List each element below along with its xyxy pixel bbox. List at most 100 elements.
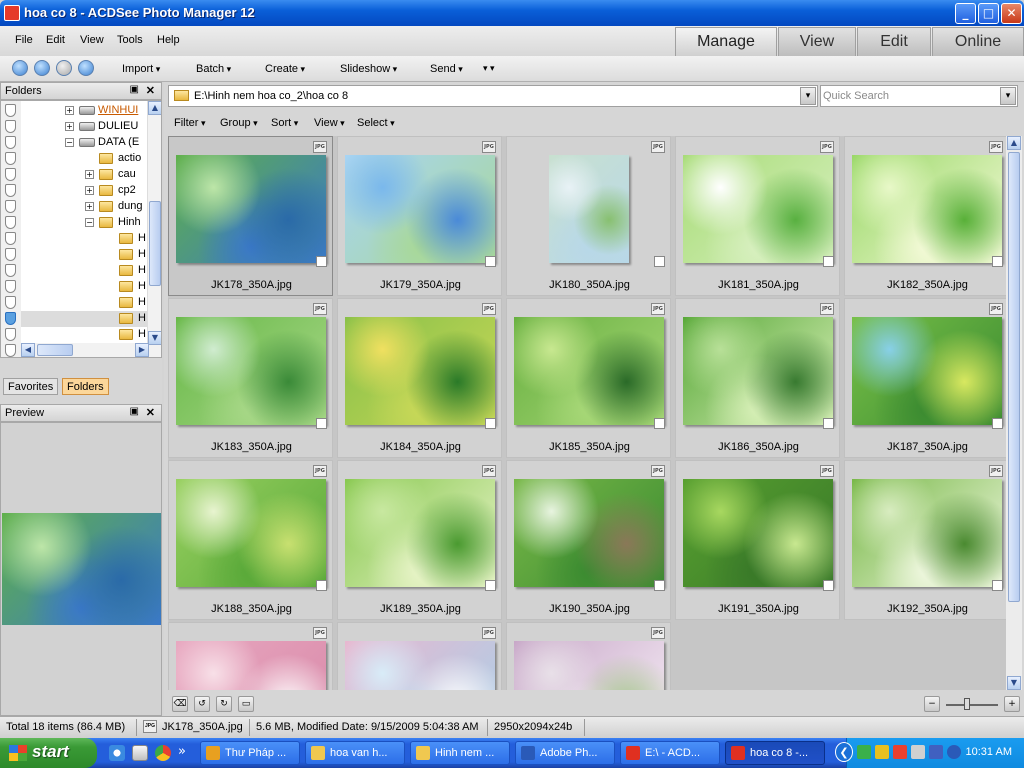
taskbar-button[interactable]: Thư Pháp ... — [200, 741, 300, 765]
taskbar-button[interactable]: Adobe Ph... — [515, 741, 615, 765]
view-menu[interactable]: View — [314, 117, 345, 129]
close-pane-icon[interactable]: ✕ — [146, 84, 155, 97]
up-icon[interactable] — [78, 60, 94, 76]
lock-icon[interactable] — [5, 248, 16, 261]
folder-tree-item[interactable]: H — [21, 231, 149, 247]
lock-icon[interactable] — [5, 104, 16, 117]
grid-scroll-up-icon[interactable]: ▲ — [1007, 136, 1021, 150]
batch-menu[interactable]: Batch — [196, 63, 231, 75]
collapse-icon[interactable]: − — [85, 218, 94, 227]
select-checkbox[interactable] — [654, 256, 665, 267]
thumbnail-item[interactable]: JPGJK195_350A.jpg — [506, 622, 671, 690]
menu-view[interactable]: View — [80, 34, 104, 46]
expand-icon[interactable]: + — [85, 170, 94, 179]
zoom-out-icon[interactable]: − — [924, 696, 940, 712]
folder-tree-item[interactable]: + DULIEU — [21, 119, 149, 135]
scroll-right-icon[interactable]: ▶ — [135, 343, 149, 357]
zoom-in-icon[interactable]: + — [1004, 696, 1020, 712]
taskbar-button[interactable]: E:\ - ACD... — [620, 741, 720, 765]
thumbnail-item[interactable]: JPG JK185_350A.jpg — [506, 298, 671, 458]
lock-icon[interactable] — [5, 136, 16, 149]
antivirus-icon[interactable] — [893, 745, 907, 759]
lock-icon[interactable] — [5, 232, 16, 245]
lock-icon[interactable] — [5, 120, 16, 133]
thumbnail-item[interactable]: JPG JK182_350A.jpg — [844, 136, 1006, 296]
thumbnail-grid[interactable]: JPG JK178_350A.jpg JPG JK179_350A.jpg JPG JK1… — [168, 136, 1006, 690]
start-button[interactable]: start — [0, 738, 97, 768]
thumbnail-image[interactable] — [852, 317, 1002, 425]
folder-tree-item[interactable]: H — [21, 311, 149, 327]
menu-help[interactable]: Help — [157, 34, 180, 46]
thumbnail-item[interactable]: JPG JK178_350A.jpg — [168, 136, 333, 296]
zoom-slider-handle[interactable] — [964, 698, 970, 710]
rotate-left-icon[interactable]: ↺ — [194, 696, 210, 712]
forward-icon[interactable] — [56, 60, 72, 76]
select-checkbox[interactable] — [823, 256, 834, 267]
grid-scroll-down-icon[interactable]: ▼ — [1007, 676, 1021, 690]
filter-menu[interactable]: Filter — [174, 117, 205, 129]
select-checkbox[interactable] — [485, 418, 496, 429]
lock-icon[interactable] — [5, 152, 16, 165]
thumbnail-item[interactable]: JPG JK184_350A.jpg — [337, 298, 502, 458]
compare-icon[interactable]: ▭ — [238, 696, 254, 712]
lock-icon[interactable] — [5, 296, 16, 309]
select-checkbox[interactable] — [316, 418, 327, 429]
lock-icon[interactable] — [5, 216, 16, 229]
folder-tree[interactable]: + WINHUI + DULIEU − DATA (E actio + cau + cp2 + dung… — [0, 100, 162, 358]
taskbar-button[interactable]: hoa co 8 -... — [725, 741, 825, 765]
scroll-down-icon[interactable]: ▼ — [148, 331, 161, 345]
path-dropdown-icon[interactable]: ▾ — [800, 87, 816, 105]
tab-manage[interactable]: Manage — [675, 27, 777, 56]
update-icon[interactable] — [947, 745, 961, 759]
thumbnail-image[interactable] — [549, 155, 629, 263]
path-bar[interactable]: E:\Hinh nem hoa co_2\hoa co 8 ▾ — [168, 85, 818, 107]
thumbnail-image[interactable] — [852, 479, 1002, 587]
thumbnail-item[interactable]: JPGJK193_350A.jpg — [168, 622, 333, 690]
scroll-left-icon[interactable]: ◀ — [21, 343, 35, 357]
taskbar-button[interactable]: Hinh nem ... — [410, 741, 510, 765]
search-dropdown-icon[interactable]: ▾ — [1000, 87, 1016, 105]
grid-vscroll-thumb[interactable] — [1008, 152, 1020, 602]
quick-search[interactable]: ▾ — [820, 85, 1018, 107]
tree-horizontal-scrollbar[interactable]: ◀ ▶ — [21, 343, 149, 357]
taskbar-button[interactable]: hoa van h... — [305, 741, 405, 765]
thumbnail-item[interactable]: JPG JK190_350A.jpg — [506, 460, 671, 620]
select-checkbox[interactable] — [992, 256, 1003, 267]
ie-icon[interactable] — [109, 745, 125, 761]
network-icon[interactable] — [857, 745, 871, 759]
quicklaunch-more-icon[interactable]: » — [178, 744, 186, 759]
select-checkbox[interactable] — [316, 256, 327, 267]
select-menu[interactable]: Select — [357, 117, 395, 129]
select-checkbox[interactable] — [992, 418, 1003, 429]
minimize-button[interactable]: _ — [955, 3, 976, 24]
thumbnail-image[interactable] — [683, 155, 833, 263]
lock-icon[interactable] — [5, 312, 16, 325]
folder-tree-item[interactable]: H — [21, 327, 149, 343]
tree-vscroll-thumb[interactable] — [149, 201, 161, 286]
folder-tree-item[interactable]: + cp2 — [21, 183, 149, 199]
group-menu[interactable]: Group — [220, 117, 258, 129]
lock-icon[interactable] — [5, 280, 16, 293]
home-icon[interactable] — [12, 60, 28, 76]
select-checkbox[interactable] — [485, 580, 496, 591]
shield-tray-icon[interactable] — [875, 745, 889, 759]
rotate-right-icon[interactable]: ↻ — [216, 696, 232, 712]
speaker-icon[interactable] — [911, 745, 925, 759]
thumbnail-item[interactable]: JPG JK179_350A.jpg — [337, 136, 502, 296]
collapse-icon[interactable]: − — [65, 138, 74, 147]
thumbnail-item[interactable]: JPG JK180_350A.jpg — [506, 136, 671, 296]
pin-icon[interactable]: ▣ — [130, 84, 139, 95]
expand-icon[interactable]: + — [85, 186, 94, 195]
thumbnail-image[interactable] — [345, 317, 495, 425]
folder-tree-item[interactable]: + WINHUI — [21, 103, 149, 119]
notepad-icon[interactable] — [132, 745, 148, 761]
create-menu[interactable]: Create — [265, 63, 305, 75]
scroll-up-icon[interactable]: ▲ — [148, 101, 161, 115]
folder-tree-item[interactable]: H — [21, 247, 149, 263]
app-icon[interactable] — [4, 5, 20, 21]
tab-folders[interactable]: Folders — [62, 378, 109, 395]
thumbnail-image[interactable] — [176, 479, 326, 587]
thumbnail-item[interactable]: JPG JK191_350A.jpg — [675, 460, 840, 620]
thumbnail-image[interactable] — [514, 641, 664, 690]
thumbnail-item[interactable]: JPG JK188_350A.jpg — [168, 460, 333, 620]
